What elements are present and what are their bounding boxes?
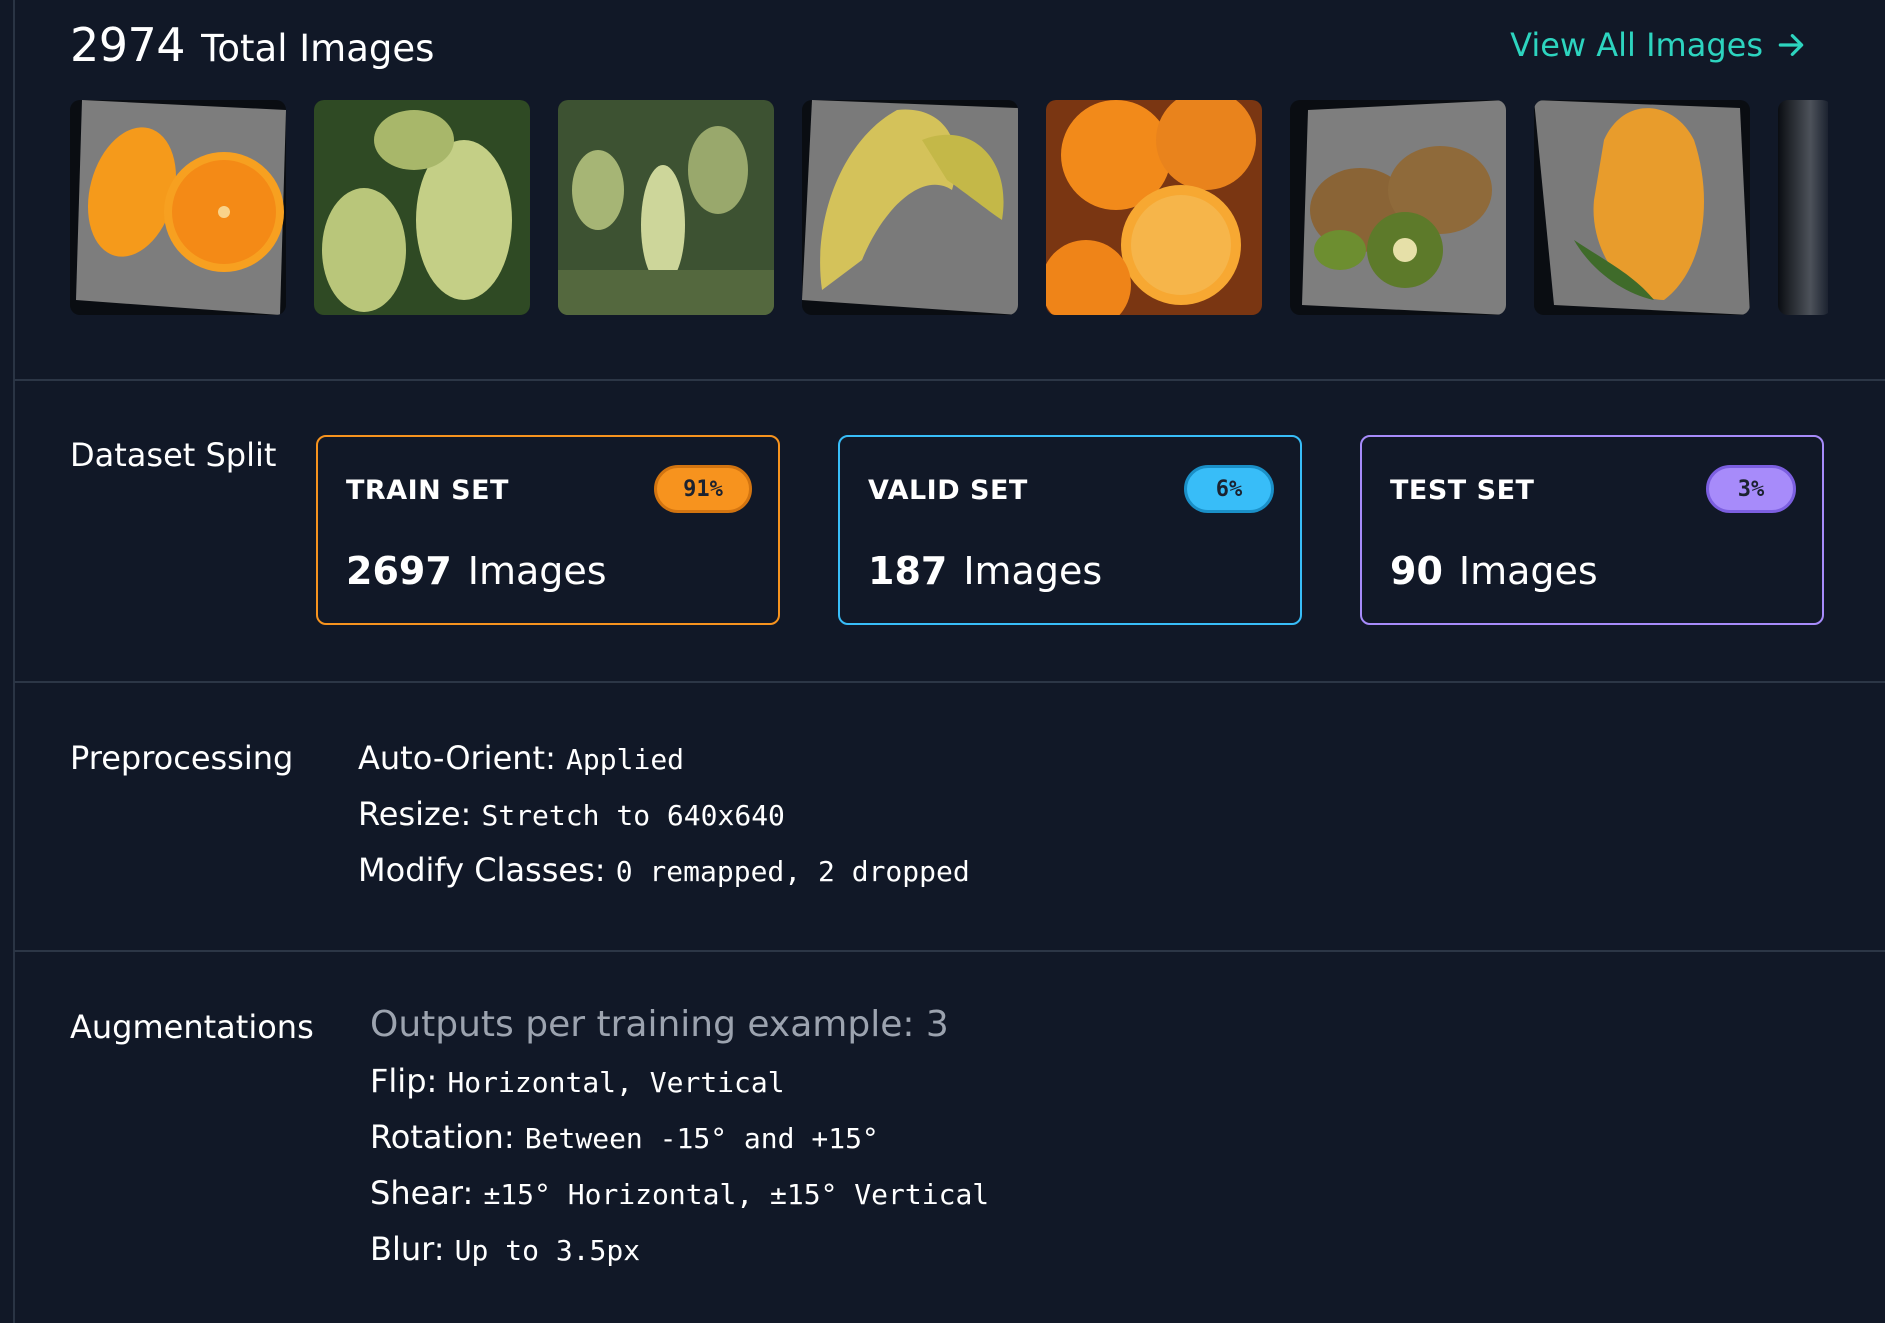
augmentation-value: Up to 3.5px <box>454 1234 641 1267</box>
augmentation-item: Rotation: Between -15° and +15° <box>370 1118 879 1156</box>
thumbnail-orange-2[interactable] <box>1046 100 1262 315</box>
augmentation-key: Flip: <box>370 1062 438 1100</box>
thumbnail-kiwi[interactable] <box>1290 100 1506 315</box>
thumbnail-strip <box>70 100 1828 315</box>
preprocessing-item: Modify Classes: 0 remapped, 2 dropped <box>358 851 970 889</box>
preprocessing-label: Preprocessing <box>70 739 294 777</box>
test-set-percent-badge: 3% <box>1706 465 1796 513</box>
valid-set-title: VALID SET <box>868 475 1028 506</box>
augmentation-key: Shear: <box>370 1174 474 1212</box>
total-images-heading: 2974 Total Images <box>70 18 434 72</box>
arrow-right-icon <box>1778 34 1804 56</box>
thumbnail-grapes-2[interactable] <box>558 100 774 315</box>
augmentation-item: Blur: Up to 3.5px <box>370 1230 640 1268</box>
view-all-images-link[interactable]: View All Images <box>1510 26 1807 64</box>
augmentation-item: Flip: Horizontal, Vertical <box>370 1062 785 1100</box>
left-border <box>13 0 15 1323</box>
augmentation-value: ±15° Horizontal, ±15° Vertical <box>483 1178 990 1211</box>
thumbnail-banana[interactable] <box>802 100 1018 315</box>
test-set-count-unit: Images <box>1458 549 1598 593</box>
preprocessing-value: Stretch to 640x640 <box>481 799 785 832</box>
augmentations-outputs: Outputs per training example: 3 <box>370 1004 949 1045</box>
divider <box>14 950 1885 952</box>
thumbnail-grapes-1[interactable] <box>314 100 530 315</box>
preprocessing-key: Auto-Orient: <box>358 739 556 777</box>
valid-set-card[interactable]: VALID SET 6% 187 Images <box>838 435 1302 625</box>
preprocessing-item: Auto-Orient: Applied <box>358 739 684 777</box>
preprocessing-key: Resize: <box>358 795 472 833</box>
augmentation-item: Shear: ±15° Horizontal, ±15° Vertical <box>370 1174 989 1212</box>
train-set-card[interactable]: TRAIN SET 91% 2697 Images <box>316 435 780 625</box>
test-set-card[interactable]: TEST SET 3% 90 Images <box>1360 435 1824 625</box>
divider <box>14 379 1885 381</box>
preprocessing-key: Modify Classes: <box>358 851 606 889</box>
augmentation-key: Blur: <box>370 1230 445 1268</box>
train-set-count-value: 2697 <box>346 549 452 593</box>
preprocessing-item: Resize: Stretch to 640x640 <box>358 795 785 833</box>
thumbnail-orange-1[interactable] <box>70 100 286 315</box>
valid-set-count-value: 187 <box>868 549 948 593</box>
test-set-count: 90 Images <box>1390 549 1598 593</box>
train-set-count: 2697 Images <box>346 549 607 593</box>
test-set-title: TEST SET <box>1390 475 1535 506</box>
train-set-percent-badge: 91% <box>654 465 752 513</box>
view-all-images-label[interactable]: View All Images <box>1510 26 1763 64</box>
dataset-split-label: Dataset Split <box>70 436 277 474</box>
valid-set-count-unit: Images <box>963 549 1103 593</box>
thumbnail-papaya[interactable] <box>1534 100 1750 315</box>
augmentations-label: Augmentations <box>70 1008 314 1046</box>
valid-set-percent-badge: 6% <box>1184 465 1274 513</box>
divider <box>14 681 1885 683</box>
augmentation-key: Rotation: <box>370 1118 515 1156</box>
valid-set-count: 187 Images <box>868 549 1102 593</box>
total-images-count: 2974 <box>70 18 186 72</box>
train-set-title: TRAIN SET <box>346 475 509 506</box>
preprocessing-value: Applied <box>566 743 685 776</box>
total-images-label: Total Images <box>201 27 435 70</box>
train-set-count-unit: Images <box>467 549 607 593</box>
augmentation-value: Horizontal, Vertical <box>447 1066 785 1099</box>
preprocessing-value: 0 remapped, 2 dropped <box>615 855 970 888</box>
test-set-count-value: 90 <box>1390 549 1443 593</box>
thumbnail-partial[interactable] <box>1778 100 1828 315</box>
augmentation-value: Between -15° and +15° <box>524 1122 879 1155</box>
